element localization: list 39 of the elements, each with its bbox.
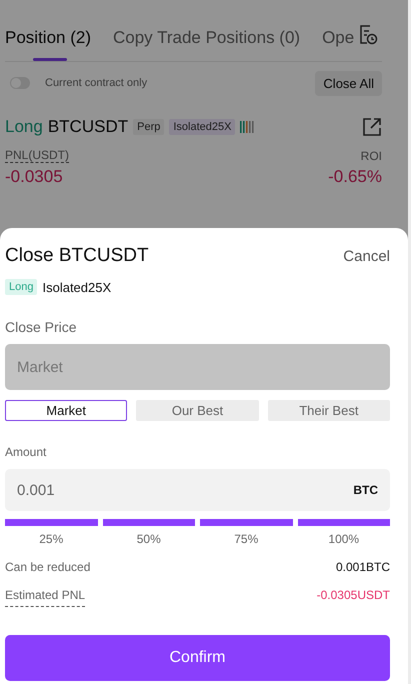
side-tag: Long [5,279,38,295]
tag: Isolated25X [169,119,236,135]
share-icon[interactable] [362,117,382,137]
tab[interactable]: Copy Trade Positions (0) [112,28,300,61]
price-option[interactable]: Market [5,400,128,421]
percent-segment[interactable] [200,519,292,526]
risk-bars-icon [240,121,256,133]
confirm-button[interactable]: Confirm [5,635,390,681]
sheet-title: Close BTCUSDT [5,245,149,267]
pnl-value: -0.0305 [5,167,63,187]
margin-mode: Isolated25X [42,280,112,294]
close-price-field[interactable]: Market [5,344,390,390]
percent-label: 25% [39,532,64,546]
price-option[interactable]: Their Best [268,400,390,421]
pnl-label: PNL(USDT) [5,148,70,163]
roi-label: ROI [360,148,382,162]
side-label: Long [5,117,43,137]
unit-label: BTC [353,483,378,497]
symbol-label: BTCUSDT [48,117,128,137]
close-all-button[interactable]: Close All [315,70,382,96]
tab[interactable]: Position (2) [5,28,91,61]
reducible-value: 0.001BTC [336,560,390,574]
tab[interactable]: Ope [322,28,354,61]
percent-segment[interactable] [102,519,195,526]
roi-value: -0.65% [328,167,382,187]
estimated-pnl-value: -0.0305USDT [316,588,390,602]
tag: Perp [133,119,164,135]
field-label: Close Price [5,319,78,335]
percent-label: 100% [328,532,360,546]
cancel-button[interactable]: Cancel [343,248,390,264]
percent-segment[interactable] [5,519,98,526]
toggle-label: Current contract only [45,77,148,89]
field-label: Amount [5,445,48,459]
percent-label: 75% [234,532,258,546]
estimated-pnl-label: Estimated PNL [5,588,86,607]
percent-segment[interactable] [298,519,390,526]
percent-label: 50% [136,532,161,546]
price-option[interactable]: Our Best [136,400,259,421]
reducible-label: Can be reduced [5,560,90,574]
